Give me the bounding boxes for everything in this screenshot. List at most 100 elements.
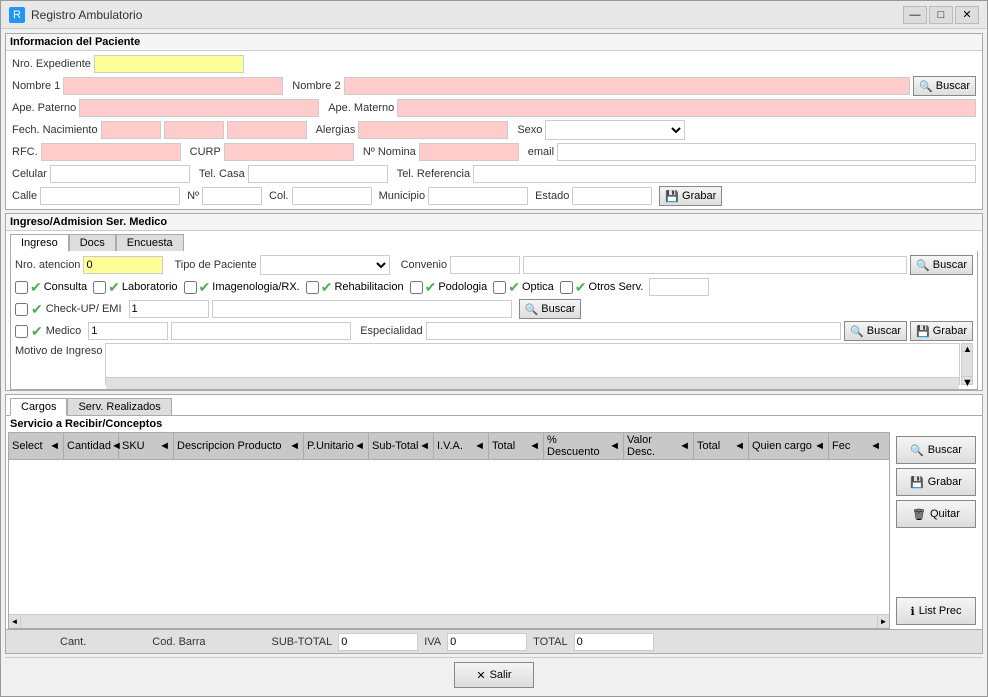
save-icon2: 💾: [916, 325, 930, 338]
laboratorio-checkbox[interactable]: [93, 281, 106, 294]
col-select-arrow[interactable]: ◄: [49, 440, 60, 452]
totals-bar: Cant. Cod. Barra SUB-TOTAL IVA TOTAL: [6, 629, 982, 653]
medico-name-input[interactable]: [171, 322, 351, 340]
imagenologia-checkbox[interactable]: [184, 281, 197, 294]
total-input[interactable]: [574, 633, 654, 651]
hscroll-left[interactable]: ◄: [9, 615, 21, 628]
salir-button[interactable]: ✕ Salir: [454, 662, 534, 688]
main-content: Informacion del Paciente Nro. Expediente…: [1, 29, 987, 696]
col-sku-arrow[interactable]: ◄: [159, 440, 170, 452]
window-title: Registro Ambulatorio: [31, 8, 142, 22]
iva-input[interactable]: [447, 633, 527, 651]
no-input[interactable]: [202, 187, 262, 205]
grabar-paciente-button[interactable]: 💾 Grabar: [659, 186, 722, 206]
minimize-button[interactable]: —: [903, 6, 927, 24]
estado-input[interactable]: [572, 187, 652, 205]
otros-input[interactable]: [649, 278, 709, 296]
ape-paterno-input[interactable]: [79, 99, 319, 117]
vscroll-track[interactable]: [962, 352, 972, 376]
sub-total-input[interactable]: [338, 633, 418, 651]
tab-cargos[interactable]: Cargos: [10, 398, 67, 416]
medico-checkbox[interactable]: [15, 325, 28, 338]
tab-ingreso[interactable]: Ingreso: [10, 234, 69, 252]
podologia-checkbox[interactable]: [410, 281, 423, 294]
nombre2-input[interactable]: [344, 77, 910, 95]
tel-ref-input[interactable]: [473, 165, 976, 183]
buscar-checkup-button[interactable]: 🔍 Buscar: [519, 299, 582, 319]
tipo-paciente-select[interactable]: [260, 255, 390, 275]
col-total1-arrow[interactable]: ◄: [529, 440, 540, 452]
checkup-checkbox[interactable]: [15, 303, 28, 316]
otros-checkbox[interactable]: [560, 281, 573, 294]
col-valordesc-arrow[interactable]: ◄: [679, 440, 690, 452]
titlebar-left: R Registro Ambulatorio: [9, 7, 142, 23]
hscroll-right[interactable]: ►: [877, 615, 889, 628]
fech-año-input[interactable]: [227, 121, 307, 139]
patient-section: Informacion del Paciente Nro. Expediente…: [5, 33, 983, 210]
motivo-textarea[interactable]: [106, 344, 959, 374]
nro-atencion-input[interactable]: [83, 256, 163, 274]
hscroll-track[interactable]: [21, 615, 877, 628]
tel-casa-input[interactable]: [248, 165, 388, 183]
col-input[interactable]: [292, 187, 372, 205]
email-input[interactable]: [557, 143, 976, 161]
col-desc-label: Descripcion Producto: [177, 440, 282, 452]
table-hscrollbar[interactable]: ◄ ►: [9, 614, 889, 628]
optica-check-icon: ✔: [508, 279, 520, 296]
col-descuento-arrow[interactable]: ◄: [609, 440, 620, 452]
buscar-medico-button[interactable]: 🔍 Buscar: [844, 321, 907, 341]
checkup-label: Check-UP/ EMI: [46, 303, 122, 315]
vscroll-up[interactable]: ▲: [962, 344, 972, 352]
grabar-ingreso-button[interactable]: 💾 Grabar: [910, 321, 973, 341]
municipio-input[interactable]: [428, 187, 528, 205]
grabar-servicio-button[interactable]: 💾 Grabar: [896, 468, 976, 496]
expediente-label: Nro. Expediente: [12, 58, 91, 70]
podologia-label: Podologia: [438, 281, 487, 293]
tab-encuesta[interactable]: Encuesta: [116, 234, 184, 251]
convenio-name-input[interactable]: [523, 256, 907, 274]
vscroll-down[interactable]: ▼: [962, 376, 972, 384]
titlebar: R Registro Ambulatorio — □ ✕: [1, 1, 987, 29]
checkup-input[interactable]: [129, 300, 209, 318]
rehabilitacion-checkbox[interactable]: [306, 281, 319, 294]
consulta-checkbox[interactable]: [15, 281, 28, 294]
col-fec-arrow[interactable]: ◄: [870, 440, 881, 452]
quitar-button[interactable]: 🗑 Quitar: [896, 500, 976, 528]
checkup-desc-input[interactable]: [212, 300, 512, 318]
col-sku-label: SKU: [122, 440, 145, 452]
col-punitario-arrow[interactable]: ◄: [354, 440, 365, 452]
col-quiencargo-arrow[interactable]: ◄: [814, 440, 825, 452]
col-subtotal-arrow[interactable]: ◄: [419, 440, 430, 452]
list-prec-button[interactable]: ℹ List Prec: [896, 597, 976, 625]
buscar-servicio-button[interactable]: 🔍 Buscar: [896, 436, 976, 464]
nomina-input[interactable]: [419, 143, 519, 161]
tab-serv-realizados[interactable]: Serv. Realizados: [67, 398, 171, 415]
tab-docs[interactable]: Docs: [69, 234, 116, 251]
curp-input[interactable]: [224, 143, 354, 161]
expediente-input[interactable]: [94, 55, 244, 73]
col-descuento-label: % Descuento: [547, 434, 609, 458]
especialidad-input[interactable]: [426, 322, 842, 340]
tipo-paciente-label: Tipo de Paciente: [174, 259, 256, 271]
medico-input[interactable]: [88, 322, 168, 340]
calle-input[interactable]: [40, 187, 180, 205]
close-button[interactable]: ✕: [955, 6, 979, 24]
maximize-button[interactable]: □: [929, 6, 953, 24]
optica-checkbox[interactable]: [493, 281, 506, 294]
alergias-input[interactable]: [358, 121, 508, 139]
col-desc-arrow[interactable]: ◄: [289, 440, 300, 452]
ape-materno-input[interactable]: [397, 99, 976, 117]
col-iva-arrow[interactable]: ◄: [474, 440, 485, 452]
celular-input[interactable]: [50, 165, 190, 183]
sexo-select[interactable]: [545, 120, 685, 140]
col-total2-arrow[interactable]: ◄: [734, 440, 745, 452]
h-scrollbar[interactable]: [106, 380, 959, 388]
fech-mes-input[interactable]: [164, 121, 224, 139]
rfc-input[interactable]: [41, 143, 181, 161]
fech-dia-input[interactable]: [101, 121, 161, 139]
convenio-input[interactable]: [450, 256, 520, 274]
total-label: TOTAL: [533, 636, 567, 648]
nombre1-input[interactable]: [63, 77, 283, 95]
buscar-button[interactable]: 🔍 Buscar: [913, 76, 976, 96]
buscar-convenio-button[interactable]: 🔍 Buscar: [910, 255, 973, 275]
